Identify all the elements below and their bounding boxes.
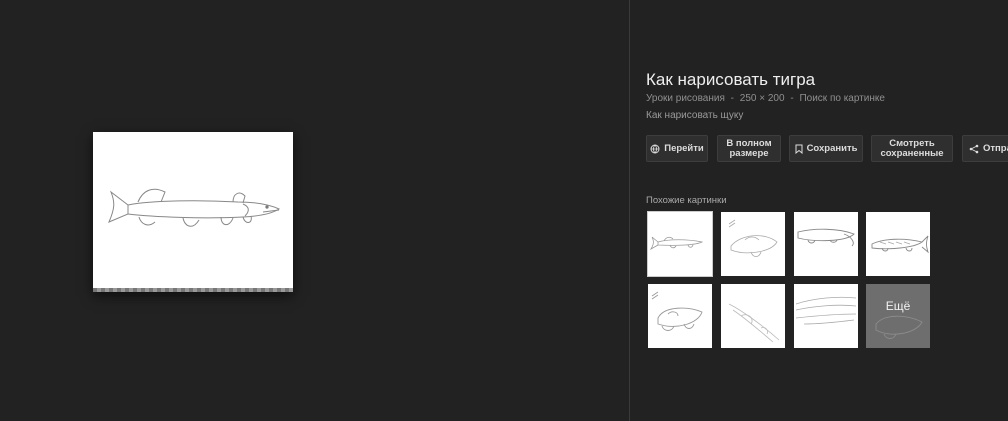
pike-sketch-image <box>649 236 704 251</box>
similar-images-heading: Похожие картинки <box>646 195 727 206</box>
pike-sketch-image <box>728 219 778 257</box>
pike-sketch-image <box>871 235 929 254</box>
save-label: Сохранить <box>806 142 858 154</box>
full-size-button[interactable]: В полном размере <box>717 135 781 162</box>
meta-separator: - <box>730 93 734 104</box>
image-bottom-strip <box>93 288 293 292</box>
more-label: Ещё <box>885 299 911 313</box>
pike-sketch-image <box>875 315 923 339</box>
view-saved-button[interactable]: Смотреть сохраненные <box>871 135 953 162</box>
more-similar-button[interactable]: Ещё <box>866 284 930 348</box>
full-size-label: В полном размере <box>726 137 772 159</box>
save-button[interactable]: Сохранить <box>789 135 863 162</box>
image-source[interactable]: Уроки рисования <box>646 93 725 104</box>
image-viewer-pane <box>0 0 629 421</box>
visit-button[interactable]: Перейти <box>646 135 708 162</box>
visit-label: Перейти <box>664 142 704 154</box>
search-by-image-link[interactable]: Поиск по картинке <box>799 93 884 104</box>
pike-sketch-image <box>797 228 855 247</box>
image-details-panel: Как нарисовать тигра Уроки рисования - 2… <box>630 0 1008 421</box>
pike-sketch-image <box>651 291 703 331</box>
share-button[interactable]: Отпра <box>962 135 1008 162</box>
image-dimensions: 250 × 200 <box>739 93 785 104</box>
similar-thumbnail[interactable] <box>721 212 785 276</box>
bookmark-icon <box>795 144 803 154</box>
similar-thumbnail[interactable] <box>721 284 785 348</box>
pike-drawing-image <box>108 188 281 227</box>
pike-sketch-image <box>728 303 780 343</box>
similar-thumbnail[interactable] <box>794 284 858 348</box>
meta-separator: - <box>790 93 794 104</box>
pike-sketch-image <box>795 296 857 325</box>
main-image-preview[interactable] <box>93 132 293 292</box>
view-saved-label: Смотреть сохраненные <box>880 137 944 159</box>
action-buttons: Перейти В полном размере Сохранить Смотр… <box>646 135 1008 162</box>
similar-thumbnail[interactable] <box>648 284 712 348</box>
similar-thumbnail[interactable] <box>647 211 713 277</box>
image-title[interactable]: Как нарисовать тигра <box>646 70 815 90</box>
image-description: Как нарисовать щуку <box>646 110 744 121</box>
similar-thumbnail[interactable] <box>794 212 858 276</box>
similar-thumbnail[interactable] <box>866 212 930 276</box>
globe-icon <box>650 144 660 153</box>
share-label: Отпра <box>983 142 1008 154</box>
share-icon <box>969 144 979 153</box>
image-meta: Уроки рисования - 250 × 200 - Поиск по к… <box>646 93 888 104</box>
